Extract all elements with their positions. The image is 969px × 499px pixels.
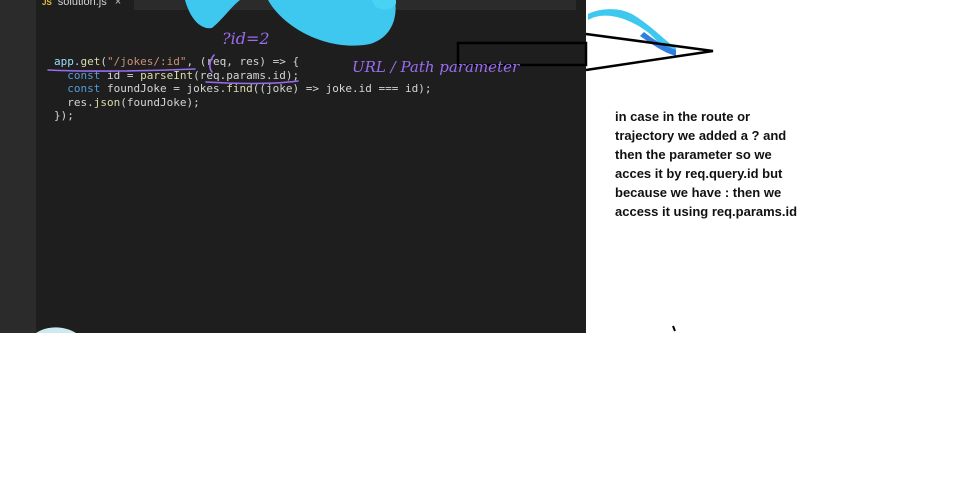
- stray-mark: [672, 325, 676, 332]
- splash-decoration: [36, 0, 396, 333]
- explanation-note: in case in the route or trajectory we ad…: [615, 109, 798, 219]
- path-param-note: URL / Path parameter: [352, 58, 520, 76]
- query-param-note: ?id=2: [222, 29, 270, 48]
- video-screenshot: JS solution.js × app.get("/jokes/:id", (…: [0, 0, 586, 333]
